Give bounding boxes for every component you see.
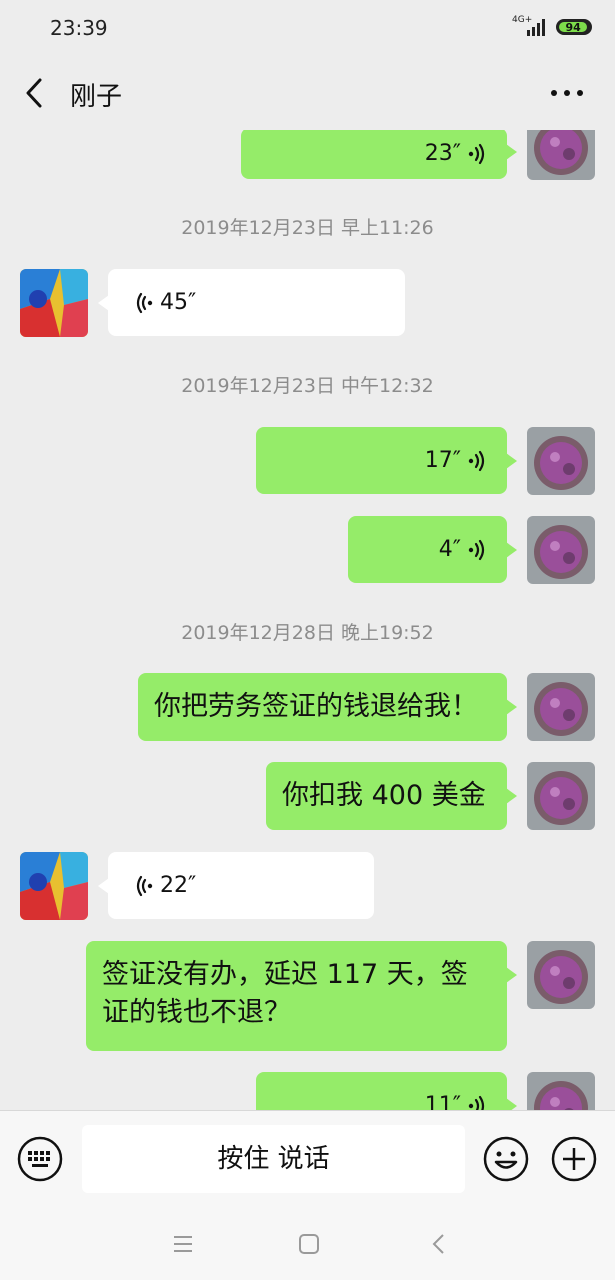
- voice-duration: 4″: [438, 537, 461, 562]
- menu-icon[interactable]: [170, 1231, 196, 1257]
- voice-duration: 17″: [424, 448, 461, 473]
- signal-icon: [527, 19, 545, 36]
- text-message[interactable]: 你扣我 400 美金: [266, 762, 517, 830]
- self-avatar[interactable]: [527, 130, 595, 180]
- voice-wave-icon: [468, 539, 485, 560]
- message-text: 你扣我 400 美金: [282, 780, 486, 811]
- status-time: 23:39: [50, 16, 108, 40]
- voice-duration: 45″: [160, 290, 197, 315]
- plus-icon[interactable]: [550, 1135, 598, 1183]
- hold-to-talk-button[interactable]: 按住 说话: [82, 1125, 465, 1193]
- self-avatar[interactable]: [527, 516, 595, 584]
- system-nav-bar: [0, 1206, 615, 1280]
- voice-message[interactable]: 23″: [241, 130, 517, 179]
- voice-wave-icon: [468, 450, 485, 471]
- self-avatar[interactable]: [527, 673, 595, 741]
- voice-wave-icon: [136, 292, 153, 313]
- message-timestamp: 2019年12月28日 晚上19:52: [181, 622, 434, 644]
- voice-message[interactable]: 22″: [98, 852, 374, 919]
- voice-duration: 22″: [160, 873, 197, 898]
- voice-message[interactable]: 45″: [98, 269, 405, 336]
- emoji-icon[interactable]: [482, 1135, 530, 1183]
- voice-duration: 11″: [424, 1093, 461, 1110]
- text-message[interactable]: 你把劳务签证的钱退给我！: [138, 673, 517, 741]
- message-text: 你把劳务签证的钱退给我！: [154, 691, 478, 722]
- voice-wave-icon: [136, 875, 153, 896]
- contact-avatar[interactable]: [20, 852, 88, 920]
- keyboard-icon[interactable]: [16, 1135, 64, 1183]
- input-bar: 按住 说话: [0, 1110, 615, 1206]
- contact-avatar[interactable]: [20, 269, 88, 337]
- voice-wave-icon: [468, 1095, 485, 1110]
- text-message[interactable]: 签证没有办，延迟 117 天，签证的钱也不退？: [86, 941, 517, 1051]
- self-avatar[interactable]: [527, 427, 595, 495]
- status-bar: 23:39 4G+ 94: [0, 0, 615, 56]
- self-avatar[interactable]: [527, 941, 595, 1009]
- self-avatar[interactable]: [527, 1072, 595, 1110]
- message-text: 签证没有办，延迟 117 天，签证的钱也不退？: [102, 959, 468, 1028]
- battery-level: 94: [565, 21, 581, 34]
- chevron-left-icon[interactable]: [18, 76, 52, 110]
- battery-icon: 94: [556, 19, 592, 35]
- more-dots-icon[interactable]: [548, 81, 588, 105]
- chat-title[interactable]: 刚子: [70, 76, 122, 113]
- home-square-icon[interactable]: [296, 1231, 322, 1257]
- chat-header: 刚子: [0, 56, 615, 130]
- voice-wave-icon: [468, 143, 485, 164]
- voice-message[interactable]: 4″: [348, 516, 517, 583]
- voice-duration: 23″: [424, 141, 461, 166]
- voice-message[interactable]: 11″: [256, 1072, 517, 1110]
- voice-message[interactable]: 17″: [256, 427, 517, 494]
- message-timestamp: 2019年12月23日 中午12:32: [181, 375, 434, 397]
- self-avatar[interactable]: [527, 762, 595, 830]
- message-timestamp: 2019年12月23日 早上11:26: [181, 217, 434, 239]
- message-list[interactable]: 23″ 2019年12月23日 早上11:26 45″ 2019年12月23日 …: [0, 130, 615, 1110]
- back-chevron-icon[interactable]: [426, 1231, 452, 1257]
